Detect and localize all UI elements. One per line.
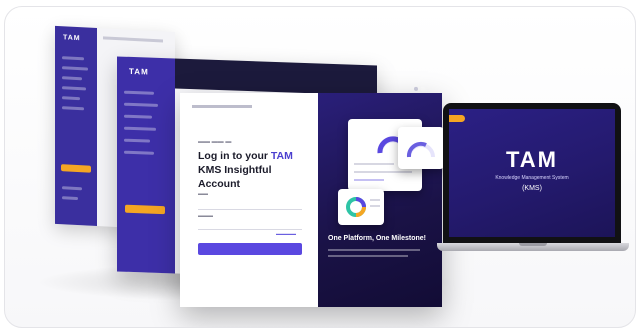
card-line [370, 205, 380, 207]
sidebar: TAM [117, 56, 175, 274]
device-scene: TAM TAM ▬▬ ▬▬ ▬ Log in to your TAM KMS I… [5, 7, 635, 327]
nav-item [62, 86, 86, 91]
laptop-screen: TAM Knowledge Management System (KMS) [449, 109, 615, 237]
laptop-device: TAM Knowledge Management System (KMS) [437, 103, 629, 253]
upgrade-button[interactable] [61, 164, 91, 173]
card-line [354, 179, 384, 181]
header-bar [175, 58, 426, 96]
nav-item [62, 76, 82, 81]
card-line [370, 199, 380, 201]
donut-chart-icon [346, 197, 366, 217]
promo-tagline: One Platform, One Milestone! [328, 235, 427, 242]
email-field[interactable] [198, 199, 302, 210]
login-button[interactable] [198, 243, 302, 255]
nav-item [62, 196, 78, 201]
nav-item [124, 138, 150, 143]
laptop-subtitle: Knowledge Management System [495, 175, 569, 181]
email-label: ▬▬ [198, 191, 208, 197]
profile-avatar[interactable] [413, 79, 427, 92]
promo-description-line [328, 249, 420, 251]
header-bar [103, 36, 163, 43]
card-line [354, 171, 412, 173]
brand-header [192, 105, 252, 108]
welcome-text: ▬▬ ▬▬ ▬ [198, 139, 232, 145]
promo-description-line [328, 255, 408, 257]
nav-item [62, 106, 84, 111]
login-screen: ▬▬ ▬▬ ▬ Log in to your TAM KMS Insightfu… [180, 93, 444, 307]
nav-item [124, 102, 158, 107]
nav-item [124, 114, 152, 119]
card-line [354, 163, 394, 165]
nav-item [124, 126, 156, 131]
orange-badge [449, 115, 465, 122]
laptop-notch [519, 243, 547, 246]
laptop-lid: TAM Knowledge Management System (KMS) [443, 103, 621, 243]
upgrade-button[interactable] [125, 204, 165, 215]
login-form-panel: ▬▬ ▬▬ ▬ Log in to your TAM KMS Insightfu… [180, 93, 318, 307]
password-field[interactable] [198, 219, 302, 230]
nav-item [62, 186, 82, 191]
tam-logo: TAM [129, 66, 149, 77]
forgot-password-link[interactable]: ▬▬▬▬▬ [276, 231, 296, 236]
nav-item [62, 56, 84, 61]
nav-item [62, 66, 88, 71]
donut-card [338, 189, 384, 225]
tam-logo: TAM [63, 34, 81, 43]
showcase-frame: TAM TAM ▬▬ ▬▬ ▬ Log in to your TAM KMS I… [4, 6, 636, 328]
nav-item [124, 90, 154, 95]
nav-item [62, 96, 80, 101]
brand-accent: TAM [270, 150, 293, 162]
sidebar: TAM [55, 25, 97, 227]
laptop-kms-label: (KMS) [522, 185, 542, 192]
arc-chart-icon [406, 141, 435, 158]
laptop-title: TAM [505, 147, 559, 172]
nav-item [124, 150, 154, 155]
login-heading: Log in to your TAM KMS Insightful Accoun… [198, 150, 293, 190]
